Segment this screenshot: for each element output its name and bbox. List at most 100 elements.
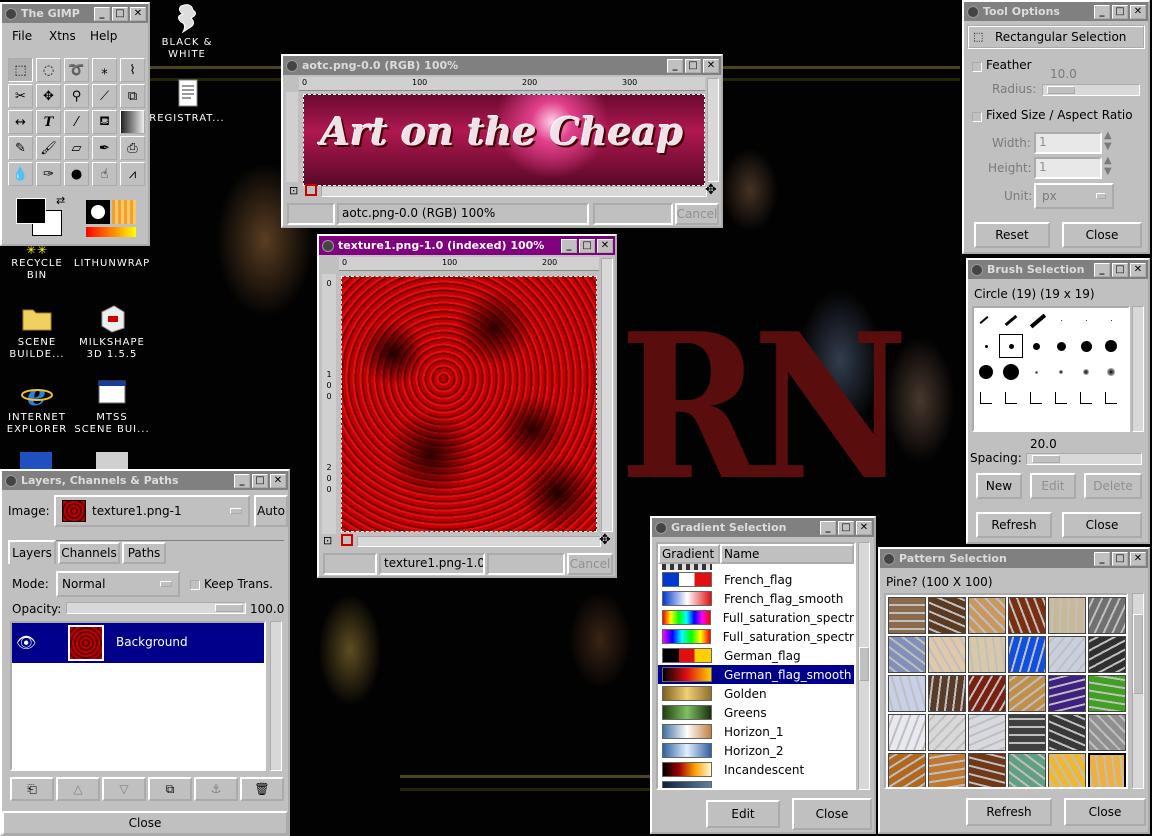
layer-list-scrollbar[interactable]: [270, 621, 282, 771]
cancel-button[interactable]: Cancel: [567, 553, 613, 575]
pattern-grid[interactable]: [884, 593, 1128, 789]
spacing-slider[interactable]: [1026, 453, 1142, 465]
brush-item[interactable]: [979, 316, 989, 324]
cancel-button[interactable]: Cancel: [675, 203, 719, 225]
menu-help[interactable]: Help: [90, 29, 117, 43]
list-item[interactable]: French_flag_smooth: [658, 589, 854, 608]
window-menu-icon[interactable]: [967, 5, 979, 18]
delete-layer-icon[interactable]: 🗑: [240, 777, 284, 801]
maximize-button[interactable]: □: [579, 238, 595, 253]
refresh-button[interactable]: Refresh: [966, 798, 1052, 826]
desktop-icon-milkshape[interactable]: MILKSHAPE 3D 1.5.5: [72, 302, 152, 361]
auto-button[interactable]: Auto: [254, 495, 288, 527]
raise-layer-icon[interactable]: △: [56, 777, 100, 801]
vertical-scrollbar[interactable]: [601, 258, 613, 532]
brush-pattern-gradient-preview[interactable]: [82, 196, 142, 242]
quickmask-icon[interactable]: [305, 184, 317, 196]
minimize-button[interactable]: _: [667, 58, 683, 73]
brush-item[interactable]: [980, 392, 992, 404]
minimize-button[interactable]: _: [234, 473, 250, 488]
navigate-icon[interactable]: ✥: [705, 182, 717, 198]
window-menu-icon[interactable]: [655, 521, 667, 534]
list-item[interactable]: Full_saturation_spectr: [658, 627, 854, 646]
eye-visibility-icon[interactable]: 👁: [16, 633, 36, 652]
brush-grid[interactable]: [972, 306, 1130, 432]
tab-channels[interactable]: Channels: [58, 542, 120, 564]
list-item[interactable]: Golden: [658, 684, 854, 703]
dodge-burn-tool-icon[interactable]: ●: [64, 162, 89, 186]
pattern-item[interactable]: [1088, 597, 1126, 634]
flip-tool-icon[interactable]: ↔: [8, 110, 33, 134]
pattern-item[interactable]: [1088, 636, 1126, 673]
close-button[interactable]: ✕: [1130, 262, 1146, 277]
unit-select[interactable]: px: [1034, 183, 1114, 209]
window-menu-icon[interactable]: [5, 7, 17, 20]
pencil-tool-icon[interactable]: ✎: [8, 136, 33, 160]
ellipse-select-tool-icon[interactable]: ◌: [36, 58, 61, 82]
move-tool-icon[interactable]: ✥: [36, 84, 61, 108]
close-button[interactable]: ✕: [1130, 4, 1146, 19]
window-menu-icon[interactable]: [5, 474, 17, 487]
pattern-item[interactable]: [1008, 714, 1046, 751]
height-field[interactable]: 1: [1034, 157, 1102, 179]
pattern-item[interactable]: [968, 675, 1006, 712]
lower-layer-icon[interactable]: ▽: [102, 777, 146, 801]
pattern-item[interactable]: [1088, 714, 1126, 751]
layers-titlebar[interactable]: Layers, Channels & Paths _ □ ✕: [2, 471, 288, 490]
width-field[interactable]: 1: [1034, 132, 1102, 154]
close-button[interactable]: ✕: [703, 58, 719, 73]
swap-colors-icon[interactable]: ⇄: [56, 194, 65, 207]
layer-row[interactable]: 👁 Background: [12, 623, 264, 663]
window-menu-icon[interactable]: [322, 239, 334, 252]
horizontal-scrollbar[interactable]: [357, 536, 601, 547]
close-button[interactable]: ✕: [130, 6, 146, 21]
horizontal-scrollbar[interactable]: [321, 186, 707, 197]
brush-item[interactable]: [1059, 370, 1063, 374]
fixed-size-checkbox[interactable]: [972, 112, 982, 122]
partial-desktop-icon[interactable]: [20, 452, 52, 470]
pattern-item[interactable]: [1008, 675, 1046, 712]
pattern-item[interactable]: [1088, 753, 1126, 787]
gradient-preview[interactable]: [86, 227, 136, 237]
image-select[interactable]: texture1.png-1: [54, 495, 250, 527]
clone-tool-icon[interactable]: ⎙: [120, 136, 145, 160]
foreground-color-swatch[interactable]: [16, 198, 46, 224]
list-item[interactable]: Horizon_2: [658, 741, 854, 760]
tool-options-titlebar[interactable]: Tool Options _ □ ✕: [964, 2, 1148, 21]
pattern-item[interactable]: [1048, 675, 1086, 712]
window-menu-icon[interactable]: [883, 552, 895, 565]
close-button[interactable]: ✕: [856, 520, 872, 535]
pattern-item[interactable]: [1048, 714, 1086, 751]
partial-list-item[interactable]: [658, 779, 854, 788]
gradient-list-scrollbar[interactable]: [858, 542, 870, 790]
maximize-button[interactable]: □: [685, 58, 701, 73]
pattern-selection-titlebar[interactable]: Pattern Selection _ □ ✕: [880, 549, 1148, 568]
pattern-item[interactable]: [968, 597, 1006, 634]
minimize-button[interactable]: _: [561, 238, 577, 253]
mode-select[interactable]: Normal: [56, 571, 180, 597]
transform-tool-icon[interactable]: ⧉: [120, 84, 145, 108]
pattern-item[interactable]: [1008, 753, 1046, 787]
brush-item[interactable]: [1056, 341, 1066, 351]
name-column-header[interactable]: Name: [720, 544, 854, 564]
brush-item[interactable]: [1060, 319, 1062, 321]
brush-item[interactable]: [1080, 340, 1092, 352]
crop-tool-icon[interactable]: ⟋: [92, 84, 117, 108]
feather-checkbox[interactable]: [972, 62, 982, 72]
menu-arrow-icon[interactable]: ⊡: [323, 534, 332, 547]
aotc-titlebar[interactable]: aotc.png-0.0 (RGB) 100% _ □ ✕: [283, 56, 721, 75]
bezier-select-tool-icon[interactable]: ⌇: [120, 58, 145, 82]
pattern-item[interactable]: [968, 714, 1006, 751]
pattern-item[interactable]: [928, 714, 966, 751]
pattern-item[interactable]: [928, 597, 966, 634]
pattern-item[interactable]: [888, 753, 926, 787]
feather-radius-slider[interactable]: [1042, 84, 1140, 96]
partial-desktop-icon[interactable]: [96, 452, 128, 470]
width-spin-arrows-icon[interactable]: ▲ ▼: [1104, 130, 1112, 152]
pattern-item[interactable]: [1048, 753, 1086, 787]
pattern-scrollbar[interactable]: [1132, 593, 1144, 789]
pattern-item[interactable]: [928, 636, 966, 673]
brush-item[interactable]: [1032, 342, 1040, 350]
rect-select-tool-icon[interactable]: ⬚: [8, 58, 33, 82]
brush-selection-titlebar[interactable]: Brush Selection _ □ ✕: [968, 260, 1148, 279]
